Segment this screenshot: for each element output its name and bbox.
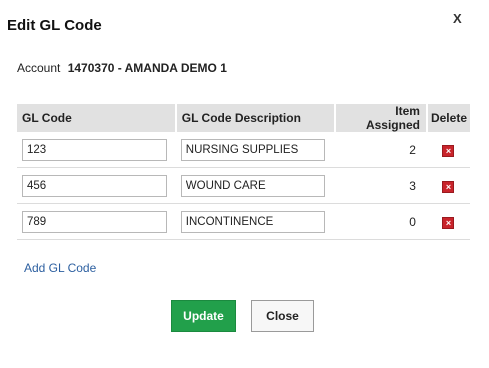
item-assigned-cell: 0 bbox=[335, 203, 427, 240]
close-button[interactable]: Close bbox=[251, 300, 314, 332]
item-assigned-cell: 2 bbox=[335, 132, 427, 168]
gl-code-table: GL Code GL Code Description Item Assigne… bbox=[17, 104, 470, 240]
gl-code-cell bbox=[17, 167, 176, 204]
update-button[interactable]: Update bbox=[171, 300, 236, 332]
column-header-description: GL Code Description bbox=[175, 104, 337, 132]
delete-icon[interactable]: × bbox=[442, 144, 455, 157]
account-line: Account 1470370 - AMANDA DEMO 1 bbox=[17, 61, 227, 75]
close-icon[interactable]: X bbox=[453, 11, 462, 26]
column-header-item-assigned: Item Assigned bbox=[335, 104, 428, 132]
dialog-title: Edit GL Code bbox=[7, 17, 102, 34]
delete-cell: × bbox=[426, 167, 470, 204]
table-row: 3 × bbox=[17, 167, 470, 204]
gl-description-input[interactable] bbox=[180, 174, 325, 197]
edit-gl-code-dialog: Edit GL Code X Account 1470370 - AMANDA … bbox=[0, 0, 489, 368]
account-value: 1470370 - AMANDA DEMO 1 bbox=[67, 61, 227, 75]
gl-description-input[interactable] bbox=[180, 138, 325, 161]
item-assigned-cell: 3 bbox=[335, 167, 427, 204]
add-gl-code-link[interactable]: Add GL Code bbox=[24, 261, 96, 275]
gl-code-cell bbox=[17, 203, 176, 240]
description-cell bbox=[175, 132, 336, 168]
gl-code-input[interactable] bbox=[22, 174, 167, 197]
delete-icon[interactable]: × bbox=[442, 180, 455, 193]
delete-icon[interactable]: × bbox=[442, 216, 455, 229]
gl-description-input[interactable] bbox=[180, 210, 325, 233]
description-cell bbox=[175, 203, 336, 240]
delete-cell: × bbox=[426, 203, 470, 240]
gl-code-input[interactable] bbox=[22, 138, 167, 161]
account-label: Account bbox=[17, 61, 61, 75]
table-row: 2 × bbox=[17, 132, 470, 168]
gl-code-input[interactable] bbox=[22, 210, 167, 233]
column-header-delete: Delete bbox=[426, 104, 470, 132]
table-header-row: GL Code GL Code Description Item Assigne… bbox=[17, 104, 470, 132]
delete-cell: × bbox=[426, 132, 470, 168]
table-row: 0 × bbox=[17, 203, 470, 240]
gl-code-cell bbox=[17, 132, 176, 168]
column-header-gl-code: GL Code bbox=[17, 104, 177, 132]
description-cell bbox=[175, 167, 336, 204]
